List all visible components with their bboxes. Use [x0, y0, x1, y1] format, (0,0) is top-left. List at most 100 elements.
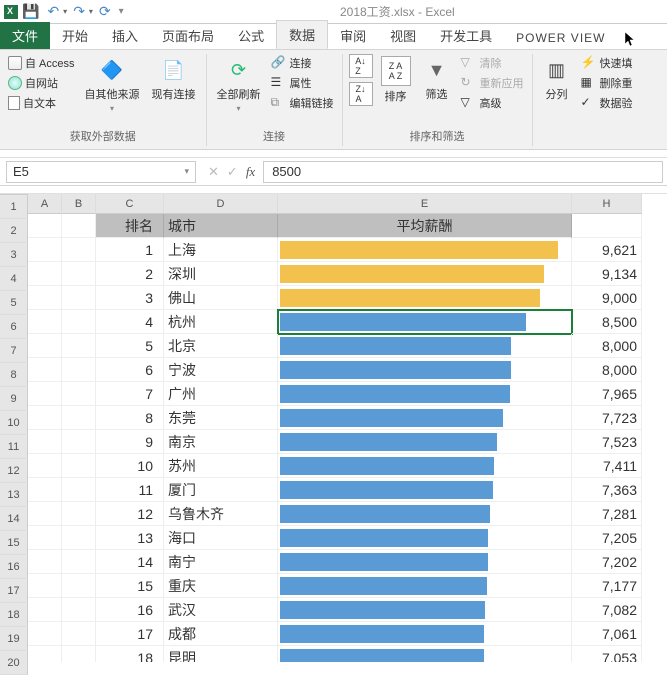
cell-city[interactable]: 昆明 — [164, 646, 278, 662]
cell[interactable] — [62, 238, 96, 262]
cell-rank[interactable]: 2 — [96, 262, 164, 286]
fx-icon[interactable]: fx — [246, 164, 255, 180]
redo-icon[interactable]: ↷ — [73, 3, 85, 20]
cell-value[interactable]: 7,061 — [572, 622, 642, 646]
cell-bar[interactable] — [278, 238, 572, 262]
cell-value[interactable]: 7,723 — [572, 406, 642, 430]
tab-home[interactable]: 开始 — [50, 22, 100, 49]
cell[interactable] — [62, 334, 96, 358]
cell[interactable] — [28, 286, 62, 310]
cell[interactable] — [28, 358, 62, 382]
cell-value[interactable]: 7,205 — [572, 526, 642, 550]
col-E[interactable]: E — [278, 194, 572, 214]
cell-value[interactable]: 7,053 — [572, 646, 642, 662]
cell-rank[interactable]: 4 — [96, 310, 164, 334]
header-city[interactable]: 城市 — [164, 214, 278, 238]
redo-dropdown-icon[interactable]: ▾ — [89, 7, 93, 16]
from-access-button[interactable]: 自 Access — [6, 54, 77, 72]
cell[interactable] — [62, 430, 96, 454]
cell[interactable] — [28, 406, 62, 430]
cell-city[interactable]: 武汉 — [164, 598, 278, 622]
cell[interactable] — [62, 286, 96, 310]
cell[interactable] — [572, 214, 642, 238]
cell[interactable] — [28, 550, 62, 574]
cell[interactable] — [62, 406, 96, 430]
save-icon[interactable]: 💾 — [22, 3, 39, 20]
cell-city[interactable]: 重庆 — [164, 574, 278, 598]
cell-value[interactable]: 7,177 — [572, 574, 642, 598]
cell[interactable] — [28, 598, 62, 622]
cell-value[interactable]: 7,082 — [572, 598, 642, 622]
row-header[interactable]: 14 — [0, 507, 28, 531]
cell-rank[interactable]: 16 — [96, 598, 164, 622]
cell-rank[interactable]: 9 — [96, 430, 164, 454]
cell-city[interactable]: 佛山 — [164, 286, 278, 310]
cell[interactable] — [62, 526, 96, 550]
cancel-icon[interactable]: ✕ — [208, 164, 219, 180]
row-header[interactable]: 4 — [0, 267, 28, 291]
cell[interactable] — [62, 502, 96, 526]
sort-za-button[interactable]: Z↓A — [349, 82, 373, 106]
cell-city[interactable]: 南宁 — [164, 550, 278, 574]
cell[interactable] — [62, 382, 96, 406]
row-header[interactable]: 20 — [0, 651, 28, 675]
cell[interactable] — [62, 598, 96, 622]
cell[interactable] — [28, 646, 62, 662]
cell[interactable] — [28, 262, 62, 286]
cell-bar[interactable] — [278, 406, 572, 430]
col-B[interactable]: B — [62, 194, 96, 214]
cell-rank[interactable]: 8 — [96, 406, 164, 430]
cell-city[interactable]: 乌鲁木齐 — [164, 502, 278, 526]
cell[interactable] — [62, 310, 96, 334]
cell[interactable] — [28, 526, 62, 550]
cell-value[interactable]: 7,363 — [572, 478, 642, 502]
cell-city[interactable]: 成都 — [164, 622, 278, 646]
remove-duplicates-button[interactable]: ▦删除重 — [579, 74, 635, 92]
tab-file[interactable]: 文件 — [0, 22, 50, 49]
row-header[interactable]: 16 — [0, 555, 28, 579]
cell[interactable] — [62, 550, 96, 574]
undo-icon[interactable]: ↶ — [47, 3, 59, 20]
tab-data[interactable]: 数据 — [276, 20, 328, 49]
cell-value[interactable]: 8,000 — [572, 334, 642, 358]
data-validation-button[interactable]: ✓数据验 — [579, 94, 635, 112]
cell[interactable] — [62, 214, 96, 238]
cell[interactable] — [62, 622, 96, 646]
tab-page-layout[interactable]: 页面布局 — [150, 22, 226, 49]
cell[interactable] — [28, 310, 62, 334]
cell-rank[interactable]: 1 — [96, 238, 164, 262]
cell-bar[interactable] — [278, 286, 572, 310]
tab-power-view[interactable]: POWER VIEW — [504, 24, 635, 49]
tab-developer[interactable]: 开发工具 — [428, 22, 504, 49]
cell-city[interactable]: 北京 — [164, 334, 278, 358]
text-to-columns-button[interactable]: ▥ 分列 — [539, 54, 575, 104]
row-header[interactable]: 12 — [0, 459, 28, 483]
qat-customize-icon[interactable]: ▾ — [119, 6, 124, 17]
cell-bar[interactable] — [278, 622, 572, 646]
cell-rank[interactable]: 12 — [96, 502, 164, 526]
row-header[interactable]: 17 — [0, 579, 28, 603]
cell-value[interactable]: 9,134 — [572, 262, 642, 286]
header-rank[interactable]: 排名 — [96, 214, 164, 238]
cell-rank[interactable]: 14 — [96, 550, 164, 574]
row-header[interactable]: 15 — [0, 531, 28, 555]
existing-connections-button[interactable]: 📄 现有连接 — [148, 54, 200, 104]
cell-rank[interactable]: 5 — [96, 334, 164, 358]
sort-az-button[interactable]: A↓Z — [349, 54, 373, 78]
row-header[interactable]: 9 — [0, 387, 28, 411]
tab-insert[interactable]: 插入 — [100, 22, 150, 49]
from-other-sources-button[interactable]: 🔷 自其他来源 ▾ — [81, 54, 144, 115]
edit-links-button[interactable]: ⧉编辑链接 — [269, 94, 336, 112]
cell-value[interactable]: 8,500 — [572, 310, 642, 334]
properties-button[interactable]: ☰属性 — [269, 74, 336, 92]
cell-city[interactable]: 苏州 — [164, 454, 278, 478]
name-box-dropdown-icon[interactable]: ▾ — [184, 166, 189, 177]
repeat-icon[interactable]: ⟳ — [99, 3, 111, 20]
from-web-button[interactable]: 自网站 — [6, 74, 77, 92]
cell[interactable] — [28, 382, 62, 406]
cell[interactable] — [62, 454, 96, 478]
cell-bar[interactable] — [278, 526, 572, 550]
cell-rank[interactable]: 15 — [96, 574, 164, 598]
cell-rank[interactable]: 7 — [96, 382, 164, 406]
cell[interactable] — [62, 646, 96, 662]
